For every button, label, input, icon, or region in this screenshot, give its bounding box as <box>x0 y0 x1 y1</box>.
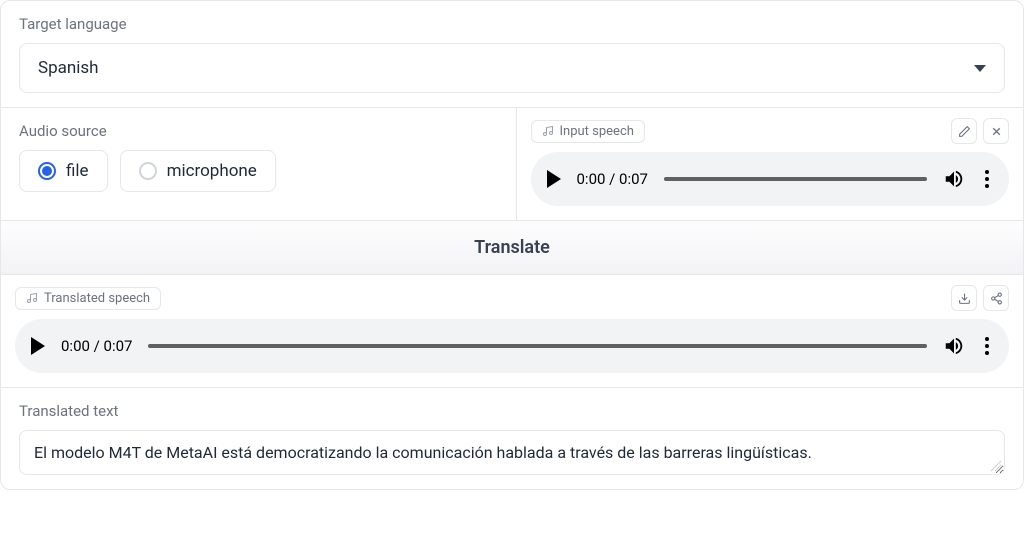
volume-icon <box>943 168 965 190</box>
download-icon <box>958 292 971 305</box>
target-language-label: Target language <box>19 15 1005 33</box>
input-audio-player: 0:00 / 0:07 <box>531 152 1010 206</box>
target-language-select[interactable]: Spanish <box>19 43 1005 93</box>
audio-menu-button[interactable] <box>981 170 993 188</box>
translated-speech-label: Translated speech <box>44 291 150 306</box>
close-icon <box>990 125 1003 138</box>
volume-button[interactable] <box>943 335 965 357</box>
radio-icon <box>38 162 56 180</box>
translated-audio-player: 0:00 / 0:07 <box>15 319 1009 373</box>
pencil-icon <box>958 125 971 138</box>
audio-source-microphone-label: microphone <box>167 161 257 181</box>
translated-speech-chip: Translated speech <box>15 287 161 310</box>
translated-text-label: Translated text <box>19 402 1005 420</box>
music-icon <box>542 125 554 137</box>
volume-icon <box>943 335 965 357</box>
translated-text-value: El modelo M4T de MetaAI está democratiza… <box>34 443 812 462</box>
translated-text-output[interactable]: El modelo M4T de MetaAI está democratiza… <box>19 430 1005 475</box>
download-button[interactable] <box>951 285 977 311</box>
translated-audio-seek[interactable] <box>148 344 927 348</box>
audio-source-file-option[interactable]: file <box>19 150 108 192</box>
translated-audio-time: 0:00 / 0:07 <box>61 337 132 355</box>
music-icon <box>26 292 38 304</box>
clear-button[interactable] <box>983 118 1009 144</box>
audio-source-microphone-option[interactable]: microphone <box>120 150 276 192</box>
caret-down-icon <box>974 65 986 72</box>
input-speech-label: Input speech <box>560 124 634 139</box>
play-button[interactable] <box>547 170 561 188</box>
share-button[interactable] <box>983 285 1009 311</box>
input-speech-chip: Input speech <box>531 120 645 143</box>
audio-source-file-label: file <box>66 161 89 181</box>
audio-menu-button[interactable] <box>981 337 993 355</box>
target-language-value: Spanish <box>38 58 99 78</box>
audio-source-label: Audio source <box>19 122 498 140</box>
volume-button[interactable] <box>943 168 965 190</box>
edit-button[interactable] <box>951 118 977 144</box>
input-audio-seek[interactable] <box>664 177 927 181</box>
translate-button[interactable]: Translate <box>1 221 1023 275</box>
radio-icon <box>139 162 157 180</box>
input-audio-time: 0:00 / 0:07 <box>577 170 648 188</box>
play-button[interactable] <box>31 337 45 355</box>
resize-handle-icon <box>990 460 1002 472</box>
share-icon <box>990 292 1003 305</box>
